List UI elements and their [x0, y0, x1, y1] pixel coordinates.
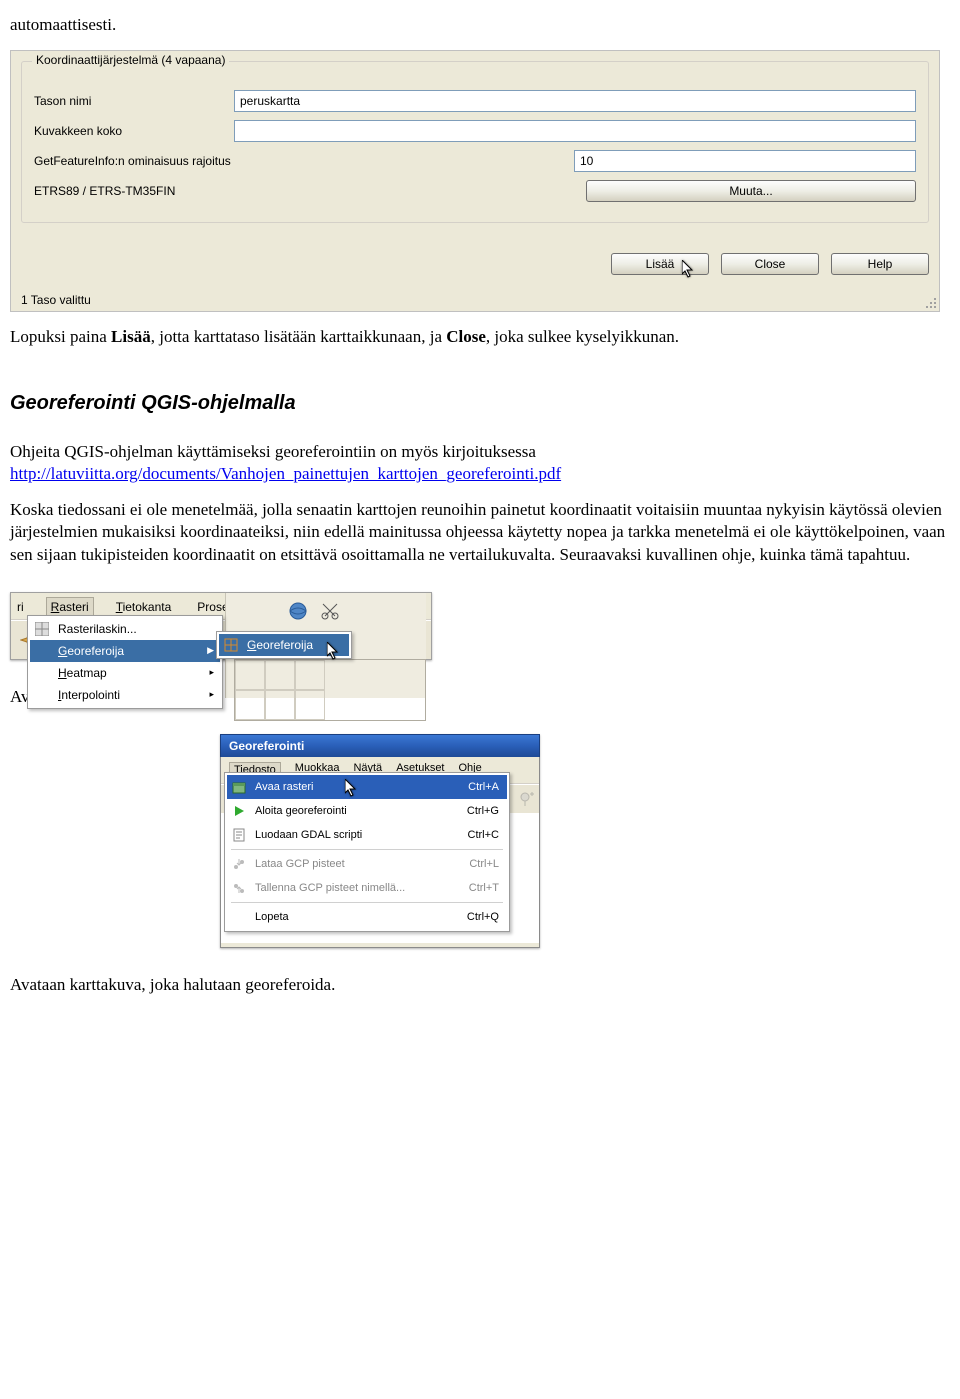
label-getfeatureinfo: GetFeatureInfo:n ominaisuus rajoitus: [34, 154, 244, 168]
resize-grip-icon[interactable]: [924, 296, 938, 310]
shortcut: Ctrl+Q: [467, 911, 499, 923]
menu-item-rasterilaskin[interactable]: Rasterilaskin...: [30, 618, 220, 640]
menu-label: Avaa rasteri: [255, 781, 314, 793]
menu-item-aloita-georeferointi[interactable]: Aloita georeferointi Ctrl+G: [227, 799, 507, 823]
help-button[interactable]: Help: [831, 253, 929, 275]
body-text: Lopuksi paina Lisää, jotta karttataso li…: [10, 326, 950, 348]
shortcut: Ctrl+T: [469, 882, 499, 894]
body-text: automaattisesti.: [10, 14, 950, 36]
georef-icon: [223, 637, 239, 653]
open-raster-icon: [231, 779, 247, 795]
link-georeferointi-pdf[interactable]: http://latuviitta.org/documents/Vanhojen…: [10, 464, 561, 483]
menu-item-lataa-gcp[interactable]: Lataa GCP pisteet Ctrl+L: [227, 852, 507, 876]
blank-icon: [34, 687, 50, 703]
menu-item-interpolointi[interactable]: Interpolointi ▸: [30, 684, 220, 706]
load-points-icon: [231, 856, 247, 872]
groupbox-legend: Koordinaattijärjestelmä (4 vapaana): [32, 53, 229, 67]
grid-icon: [34, 621, 50, 637]
shortcut: Ctrl+C: [468, 829, 499, 841]
status-text: 1 Taso valittu: [21, 293, 929, 307]
menu-separator: [231, 902, 503, 903]
shortcut: Ctrl+L: [469, 858, 499, 870]
cursor-icon: [327, 642, 341, 662]
scissors-icon: [318, 599, 342, 623]
lisaa-button[interactable]: Lisää: [611, 253, 709, 275]
text: , joka sulkee kyselyikkunan.: [486, 327, 679, 346]
menu-label: Georeferoija: [247, 638, 313, 652]
menu-label: Georeferoija: [58, 644, 124, 658]
pin-add-icon[interactable]: [515, 787, 539, 811]
blank-icon: [34, 643, 50, 659]
blank-icon: [34, 665, 50, 681]
menu-label: Heatmap: [58, 666, 107, 680]
menu-separator: [231, 849, 503, 850]
text: Lopuksi paina: [10, 327, 111, 346]
body-text: Ohjeita QGIS-ohjelman käyttämiseksi geor…: [10, 441, 950, 485]
muuta-button[interactable]: Muuta...: [586, 180, 916, 202]
menu-item-lopeta[interactable]: Lopeta Ctrl+Q: [227, 905, 507, 929]
text-bold: Close: [446, 327, 486, 346]
tiedosto-dropdown: Avaa rasteri Ctrl+A Aloita georeferointi…: [224, 772, 510, 932]
caption: Avataan karttakuva, joka halutaan georef…: [10, 974, 950, 996]
menu-item-luodaan-gdal[interactable]: Luodaan GDAL scripti Ctrl+C: [227, 823, 507, 847]
tason-nimi-input[interactable]: peruskartta: [234, 90, 916, 112]
georeferoija-submenu: Georeferoija: [216, 631, 352, 659]
save-points-icon: [231, 880, 247, 896]
crs-groupbox: Koordinaattijärjestelmä (4 vapaana) Taso…: [21, 61, 929, 223]
menu-label: Lataa GCP pisteet: [255, 858, 345, 870]
label-tason-nimi: Tason nimi: [34, 94, 234, 108]
menu-label: Aloita georeferointi: [255, 805, 347, 817]
lisaa-button-label: Lisää: [646, 257, 675, 271]
menubar-item: ri: [13, 598, 28, 616]
georeferointi-window: Georeferointi Tiedosto Muokkaa Näytä Ase…: [220, 734, 540, 948]
label-kuvakkeen-koko: Kuvakkeen koko: [34, 124, 234, 138]
globe-icon: [286, 599, 310, 623]
menu-label: Rasterilaskin...: [58, 622, 137, 636]
cursor-icon: [682, 260, 696, 280]
body-text: Koska tiedossani ei ole menetelmää, joll…: [10, 499, 950, 565]
chevron-right-icon: ▸: [209, 689, 214, 700]
close-button[interactable]: Close: [721, 253, 819, 275]
blank-icon: [231, 909, 247, 925]
submenu-item-georeferoija[interactable]: Georeferoija: [219, 634, 349, 656]
play-icon: [231, 803, 247, 819]
menu-label: Lopeta: [255, 911, 289, 923]
chevron-right-icon: ▶: [207, 645, 214, 656]
label-crs: ETRS89 / ETRS-TM35FIN: [34, 184, 244, 198]
menu-label: Tallenna GCP pisteet nimellä...: [255, 882, 405, 894]
shortcut: Ctrl+A: [468, 781, 499, 793]
chevron-right-icon: ▸: [209, 667, 214, 678]
menu-label: Interpolointi: [58, 688, 120, 702]
menu-label: Luodaan GDAL scripti: [255, 829, 362, 841]
script-icon: [231, 827, 247, 843]
text-bold: Lisää: [111, 327, 151, 346]
menu-item-avaa-rasteri[interactable]: Avaa rasteri Ctrl+A: [227, 775, 507, 799]
rasteri-dropdown: Rasterilaskin... Georeferoija ▶ Heatmap …: [27, 615, 223, 709]
menu-item-heatmap[interactable]: Heatmap ▸: [30, 662, 220, 684]
menubar-item-rasteri[interactable]: Rasteri: [46, 597, 94, 617]
section-heading: Georeferointi QGIS-ohjelmalla: [10, 392, 950, 415]
text: Ohjeita QGIS-ohjelman käyttämiseksi geor…: [10, 442, 536, 461]
text: , jotta karttataso lisätään karttaikkuna…: [151, 327, 447, 346]
menu-item-georeferoija[interactable]: Georeferoija ▶: [30, 640, 220, 662]
qgis-menu-screenshot: ri Rasteri Tietokanta Prosessointi Ohje …: [10, 592, 432, 660]
wms-dialog: Koordinaattijärjestelmä (4 vapaana) Taso…: [10, 50, 940, 312]
title-bar: Georeferointi: [220, 734, 540, 757]
menubar-item-tietokanta[interactable]: Tietokanta: [112, 598, 176, 616]
cursor-icon: [345, 779, 359, 799]
getfeatureinfo-input[interactable]: 10: [574, 150, 916, 172]
kuvakkeen-koko-input[interactable]: [234, 120, 916, 142]
shortcut: Ctrl+G: [467, 805, 499, 817]
menu-item-tallenna-gcp[interactable]: Tallenna GCP pisteet nimellä... Ctrl+T: [227, 876, 507, 900]
